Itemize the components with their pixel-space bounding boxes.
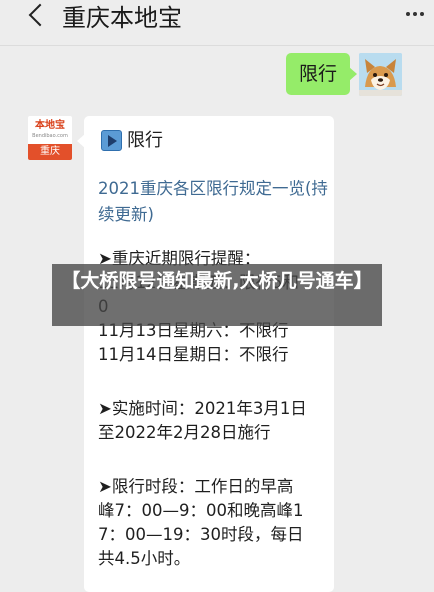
shiba-dog-avatar-icon bbox=[359, 53, 402, 96]
more-options-icon[interactable] bbox=[406, 12, 424, 18]
bendibao-logo-avatar[interactable]: 本地宝 Bendibao.com 重庆 bbox=[28, 116, 72, 160]
card-tag-label: 限行 bbox=[127, 130, 163, 151]
logo-sub-text: Bendibao.com bbox=[32, 133, 68, 139]
card-text-line: ➤限行时段：工作日的早高 bbox=[98, 477, 294, 496]
card-text-line: 至2022年2月28日施行 bbox=[98, 423, 271, 442]
user-avatar[interactable] bbox=[359, 53, 402, 96]
card-text-line: 7：00—19：30时段，每日 bbox=[98, 525, 304, 544]
sent-message-bubble[interactable]: 限行 bbox=[286, 53, 357, 95]
card-line-gap bbox=[98, 367, 332, 397]
card-text-line: 共4.5小时。 bbox=[98, 549, 191, 568]
play-button-icon bbox=[101, 130, 122, 151]
title-overlay-banner: 【大桥限号通知最新,大桥几号通车】 bbox=[52, 264, 382, 326]
logo-main-text: 本地宝 bbox=[35, 120, 65, 131]
card-text-line: 11月14日星期日：不限行 bbox=[98, 345, 289, 364]
card-text-line: ➤实施时间：2021年3月1日 bbox=[98, 399, 307, 418]
logo-city-text: 重庆 bbox=[28, 144, 72, 160]
card-heading-link[interactable]: 2021重庆各区限行规定一览(持续更新) bbox=[98, 176, 330, 228]
chat-title: 重庆本地宝 bbox=[62, 4, 182, 32]
card-text-line: 峰7：00—9：00和晚高峰1 bbox=[98, 501, 304, 520]
top-bar: 重庆本地宝 bbox=[0, 0, 434, 36]
back-arrow-icon[interactable] bbox=[28, 3, 52, 27]
header-divider bbox=[0, 45, 434, 46]
message-card[interactable]: 限行 2021重庆各区限行规定一览(持续更新) ➤重庆近期限行提醒：11月12日… bbox=[77, 116, 334, 592]
card-line-gap bbox=[98, 445, 332, 475]
